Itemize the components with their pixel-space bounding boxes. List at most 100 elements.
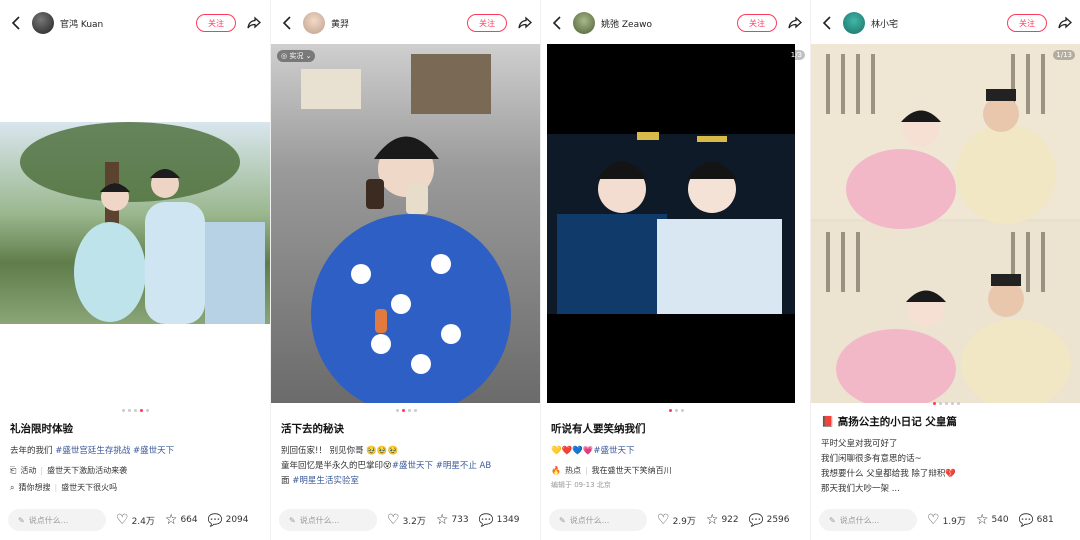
carousel-dot: [950, 402, 954, 405]
post-photo[interactable]: [0, 122, 270, 324]
image-counter: 1/13: [1053, 50, 1075, 60]
carousel-dots: [0, 409, 270, 412]
collect-button[interactable]: ☆ 540: [976, 512, 1009, 528]
heart-emoji-icons: 💛❤️💙💗: [551, 446, 594, 456]
post-card-4: 林小宅 关注 1/13 📕 高扬公主的小日记 父皇篇 平时父皇对我可好了 我们闲…: [810, 0, 1080, 540]
post-card-2: 黄羿 关注 ◎ 实况 ⌄ 活下去的秘诀 别回伍家!！ 别见你哥 🥹🥹🥹 童年回忆…: [270, 0, 540, 540]
comment-placeholder: 说点什么...: [569, 515, 610, 525]
comment-button[interactable]: 💬 2094: [208, 513, 249, 527]
body-text: 去年的我们: [10, 446, 53, 456]
search-icon: ⌕: [10, 482, 15, 492]
collect-button[interactable]: ☆ 922: [706, 512, 739, 528]
engagement-bar: ✎ 说点什么... ♡ 1.9万 ☆ 540 💬 681: [811, 500, 1080, 540]
post-photo[interactable]: 1/13: [811, 44, 1080, 403]
back-icon[interactable]: [8, 15, 24, 31]
edit-date: 编辑于 09-13 北京: [551, 481, 611, 489]
hashtags[interactable]: #盛世天下 #明星不止 AB: [392, 461, 491, 471]
star-icon: ☆: [975, 512, 989, 528]
carousel-dot: [407, 409, 411, 412]
share-icon[interactable]: [787, 15, 803, 31]
post-photo[interactable]: ◎ 实况 ⌄: [271, 44, 540, 403]
username[interactable]: 姚弛 Zeawo: [601, 17, 737, 30]
carousel-dot: [395, 409, 399, 412]
follow-button[interactable]: 关注: [737, 14, 777, 32]
activity-icon: ⎗: [10, 465, 17, 475]
comment-placeholder: 说点什么...: [28, 515, 69, 525]
engagement-bar: ✎ 说点什么... ♡ 2.4万 ☆ 664 💬 2094: [0, 500, 270, 540]
like-count: 3.2万: [402, 516, 426, 527]
back-icon[interactable]: [279, 15, 295, 31]
star-icon: ☆: [705, 512, 719, 528]
comment-input[interactable]: ✎ 说点什么...: [8, 509, 106, 531]
comment-input[interactable]: ✎ 说点什么...: [279, 509, 377, 531]
username[interactable]: 林小宅: [871, 17, 1007, 30]
post-photo[interactable]: 1/3: [541, 44, 810, 403]
pencil-icon: ✎: [18, 515, 25, 525]
collect-button[interactable]: ☆ 733: [436, 512, 469, 528]
pencil-icon: ✎: [289, 515, 296, 525]
comment-input[interactable]: ✎ 说点什么...: [549, 509, 647, 531]
live-photo-label: 实况: [289, 52, 304, 60]
search-suggest-chip[interactable]: ⌕ 猜你想搜 | 盛世天下很火吗: [10, 482, 262, 493]
body-line: 我想要什么 父皇都给我 除了辩积: [821, 469, 946, 479]
like-button[interactable]: ♡ 2.4万: [116, 512, 155, 528]
comment-input[interactable]: ✎ 说点什么...: [819, 509, 917, 531]
like-button[interactable]: ♡ 1.9万: [927, 512, 966, 528]
comment-icon: 💬: [748, 513, 764, 527]
share-icon[interactable]: [246, 15, 262, 31]
body-line: 别回伍家!！ 别见你哥: [281, 446, 364, 456]
carousel-dot-active: [401, 409, 405, 412]
feed-row: 官鸿 Kuan 关注 礼治限时体验 去年的我们 #盛世宫廷生存挑战 #盛世天下 …: [0, 0, 1080, 540]
carousel-dot: [944, 402, 948, 405]
activity-text: 盛世天下激励活动来袭: [47, 466, 128, 475]
share-icon[interactable]: [1057, 15, 1073, 31]
comment-button[interactable]: 💬 1349: [479, 513, 520, 527]
username[interactable]: 黄羿: [331, 17, 467, 30]
carousel-dot-active: [668, 409, 672, 412]
body-line: 面: [281, 476, 290, 486]
post-body: 别回伍家!！ 别见你哥 🥹🥹🥹 童年回忆是半永久的巴掌印😵#盛世天下 #明星不止…: [281, 444, 532, 489]
sticker-icons: 🥹🥹🥹: [366, 446, 399, 456]
hashtags[interactable]: #盛世宫廷生存挑战 #盛世天下: [55, 446, 174, 456]
like-button[interactable]: ♡ 3.2万: [387, 512, 426, 528]
follow-button[interactable]: 关注: [467, 14, 507, 32]
hot-topic-chip[interactable]: 🔥 热点 | 我在盛世天下笑纳百川: [551, 465, 802, 476]
post-title-text: 高扬公主的小日记 父皇篇: [837, 416, 957, 428]
avatar[interactable]: [573, 12, 595, 34]
comment-icon: 💬: [478, 513, 494, 527]
carousel-dot: [938, 402, 942, 405]
like-button[interactable]: ♡ 2.9万: [657, 512, 696, 528]
avatar[interactable]: [303, 12, 325, 34]
book-icon: 📕: [821, 416, 835, 428]
avatar[interactable]: [843, 12, 865, 34]
live-photo-badge[interactable]: ◎ 实况 ⌄: [277, 50, 316, 62]
back-icon[interactable]: [549, 15, 565, 31]
collect-button[interactable]: ☆ 664: [165, 512, 198, 528]
carousel-dot: [680, 409, 684, 412]
follow-button[interactable]: 关注: [196, 14, 236, 32]
post-header: 姚弛 Zeawo 关注: [541, 0, 810, 46]
follow-button[interactable]: 关注: [1007, 14, 1047, 32]
like-count: 2.9万: [672, 516, 696, 527]
post-content: 听说有人要笑纳我们 💛❤️💙💗#盛世天下 🔥 热点 | 我在盛世天下笑纳百川 编…: [551, 421, 802, 490]
post-title: 活下去的秘诀: [281, 423, 344, 435]
comment-count: 681: [1036, 515, 1054, 525]
username[interactable]: 官鸿 Kuan: [60, 17, 196, 30]
heart-icon: ♡: [387, 512, 400, 528]
carousel-dot: [145, 409, 149, 412]
hashtags[interactable]: #盛世天下: [593, 446, 634, 456]
post-content: 礼治限时体验 去年的我们 #盛世宫廷生存挑战 #盛世天下 ⎗ 活动 | 盛世天下…: [10, 421, 262, 493]
avatar[interactable]: [32, 12, 54, 34]
carousel-dot: [133, 409, 137, 412]
activity-chip[interactable]: ⎗ 活动 | 盛世天下激励活动来袭: [10, 465, 262, 476]
share-icon[interactable]: [517, 15, 533, 31]
hashtags[interactable]: #明星生活实验室: [292, 476, 359, 486]
comment-icon: 💬: [207, 513, 223, 527]
post-card-1: 官鸿 Kuan 关注 礼治限时体验 去年的我们 #盛世宫廷生存挑战 #盛世天下 …: [0, 0, 270, 540]
comment-button[interactable]: 💬 681: [1019, 513, 1054, 527]
back-icon[interactable]: [819, 15, 835, 31]
heart-icon: ♡: [927, 512, 940, 528]
collect-count: 664: [180, 515, 198, 525]
comment-button[interactable]: 💬 2596: [749, 513, 790, 527]
search-suggest-text: 盛世天下很火吗: [61, 483, 118, 492]
